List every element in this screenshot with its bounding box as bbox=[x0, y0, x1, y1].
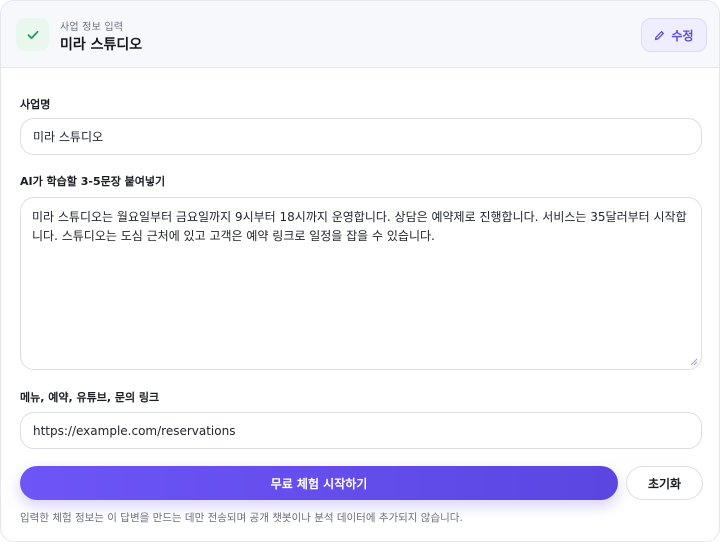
links-label: 메뉴, 예약, 유튜브, 문의 링크 bbox=[20, 391, 160, 404]
check-icon bbox=[27, 30, 38, 39]
ai-sentences-textarea[interactable]: 미라 스튜디오는 월요일부터 금요일까지 9시부터 18시까지 운영합니다. 상… bbox=[20, 197, 702, 370]
header-subtitle: 사업 정보 입력 bbox=[60, 22, 124, 33]
edit-button-label: 수정 bbox=[671, 28, 694, 43]
start-trial-button[interactable]: 무료 체험 시작하기 bbox=[20, 466, 618, 500]
privacy-footnote: 입력한 체험 정보는 이 답변을 만드는 데만 전송되며 공개 챗봇이나 분석 … bbox=[20, 512, 463, 524]
card-header: 사업 정보 입력 미라 스튜디오 수정 bbox=[1, 1, 719, 68]
links-input[interactable]: https://example.com/reservations bbox=[20, 412, 702, 449]
trial-setup-card: 사업 정보 입력 미라 스튜디오 수정 사업명 미라 스튜디오 AI가 학습할 … bbox=[0, 0, 720, 542]
business-name-input[interactable]: 미라 스튜디오 bbox=[20, 118, 702, 155]
page-title: 미라 스튜디오 bbox=[60, 37, 143, 53]
pencil-icon bbox=[655, 30, 665, 40]
ai-sentences-text: 미라 스튜디오는 월요일부터 금요일까지 9시부터 18시까지 운영합니다. 상… bbox=[32, 210, 687, 243]
resize-grip-icon[interactable] bbox=[690, 358, 698, 366]
ai-sentences-label: AI가 학습할 3-5문장 붙여넣기 bbox=[20, 175, 166, 188]
reset-button[interactable]: 초기화 bbox=[626, 466, 703, 500]
status-badge bbox=[16, 18, 49, 51]
business-name-label: 사업명 bbox=[20, 98, 51, 111]
edit-button[interactable]: 수정 bbox=[641, 18, 707, 52]
